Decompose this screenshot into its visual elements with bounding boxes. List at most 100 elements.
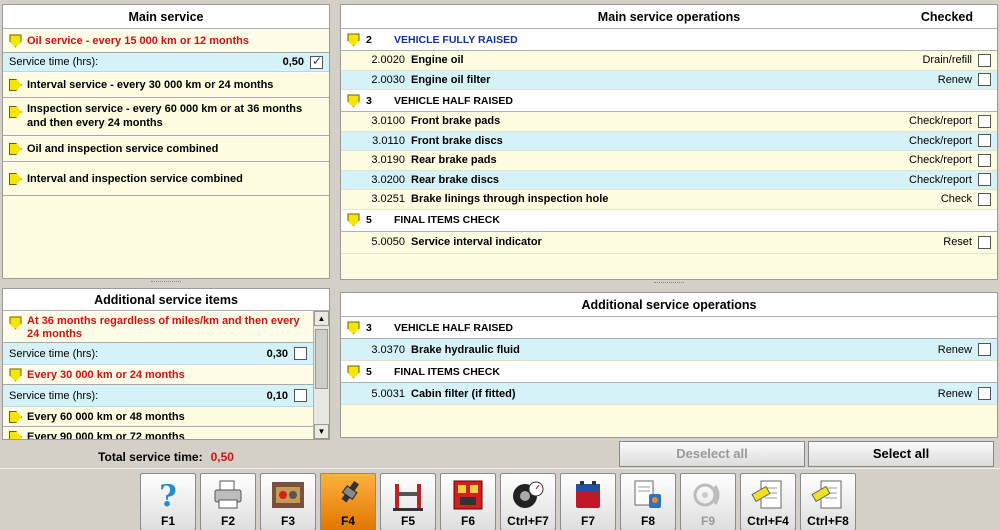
additional-item-36-months[interactable]: At 36 months regardless of miles/km and … <box>3 311 313 343</box>
total-service-time: Total service time: 0,50 <box>98 450 234 464</box>
arrow-right-icon <box>9 106 22 118</box>
operation-row: 3.0200 Rear brake discs Check/report <box>341 170 997 190</box>
operation-row: 2.0030 Engine oil filter Renew <box>341 70 997 90</box>
checked-header: Checked <box>920 10 973 24</box>
additional-service-panel: Additional service items At 36 months re… <box>2 288 330 440</box>
ctrl-f7-button[interactable]: Ctrl+F7 <box>500 473 556 530</box>
f1-button[interactable]: ? F1 <box>140 473 196 530</box>
document-lube-icon <box>634 480 661 508</box>
operation-row: 3.0251 Brake linings through inspection h… <box>341 190 997 210</box>
op-group-header[interactable]: 2 VEHICLE FULLY RAISED <box>341 29 997 51</box>
select-all-button[interactable]: Select all <box>808 441 994 467</box>
engine-icon <box>272 482 304 508</box>
service-time-row: Service time (hrs): 0,50 <box>3 53 329 72</box>
additional-item-90000-km[interactable]: Every 90 000 km or 72 months <box>3 427 313 439</box>
f4-button[interactable]: F4 <box>320 473 376 530</box>
main-operations-panel: Main service operations Checked 2 VEHICL… <box>340 4 998 283</box>
splitter-grip[interactable] <box>151 281 181 284</box>
operation-checkbox[interactable] <box>978 343 991 356</box>
arrow-right-icon <box>9 431 22 439</box>
arrow-down-icon <box>348 321 360 334</box>
operation-checkbox[interactable] <box>978 387 991 400</box>
additional-scrollbar[interactable]: ▲ ▼ <box>313 311 329 439</box>
arrow-down-icon <box>348 365 360 378</box>
checklist-alt-icon <box>811 480 842 509</box>
vehicle-lift-icon <box>393 484 423 511</box>
printer-icon <box>214 480 242 509</box>
arrow-down-icon <box>10 317 22 330</box>
f2-button[interactable]: F2 <box>200 473 256 530</box>
scroll-down-icon[interactable]: ▼ <box>314 424 329 439</box>
main-service-panel: Main service Oil service - every 15 000 … <box>2 4 330 282</box>
arrow-down-icon <box>348 33 360 46</box>
arrow-right-icon <box>9 79 22 91</box>
operation-checkbox[interactable] <box>978 173 991 187</box>
additional-time-row: Service time (hrs): 0,10 <box>3 385 313 407</box>
arrow-right-icon <box>9 143 22 155</box>
main-service-title: Main service <box>3 5 329 29</box>
operation-row: 3.0100 Front brake pads Check/report <box>341 112 997 132</box>
operation-checkbox[interactable] <box>978 73 991 87</box>
f5-button[interactable]: F5 <box>380 473 436 530</box>
arrow-down-icon <box>348 214 360 227</box>
f9-button[interactable]: F9 <box>680 473 736 530</box>
operation-checkbox[interactable] <box>978 134 991 148</box>
arrow-down-icon <box>10 369 22 382</box>
brake-icon <box>693 483 720 507</box>
diagnostic-plug-icon <box>341 480 360 503</box>
f6-button[interactable]: F6 <box>440 473 496 530</box>
additional-time-row: Service time (hrs): 0,30 <box>3 343 313 365</box>
package-interval-inspection-combined[interactable]: Interval and inspection service combined <box>3 162 329 196</box>
arrow-right-icon <box>9 173 22 185</box>
ctrl-f8-button[interactable]: Ctrl+F8 <box>800 473 856 530</box>
checklist-icon <box>751 480 782 509</box>
deselect-all-button[interactable]: Deselect all <box>619 441 805 467</box>
package-inspection-service[interactable]: Inspection service - every 60 000 km or … <box>3 98 329 136</box>
total-service-time-value: 0,50 <box>210 450 234 464</box>
main-operations-title: Main service operations Checked <box>341 5 997 29</box>
help-icon: ? <box>159 479 177 512</box>
additional-item-30000-km[interactable]: Every 30 000 km or 24 months <box>3 365 313 385</box>
operation-row: 5.0050 Service interval indicator Reset <box>341 232 997 254</box>
operation-checkbox[interactable] <box>978 153 991 167</box>
additional-operations-panel: Additional service operations 3 VEHICLE … <box>340 292 998 438</box>
operation-row: 2.0020 Engine oil Drain/refill <box>341 51 997 71</box>
operation-row: 3.0110 Front brake discs Check/report <box>341 131 997 151</box>
operation-checkbox[interactable] <box>978 53 991 67</box>
op-group-header[interactable]: 5 FINAL ITEMS CHECK <box>341 361 997 383</box>
package-oil-service[interactable]: Oil service - every 15 000 km or 12 mont… <box>3 29 329 53</box>
op-group-header[interactable]: 3 VEHICLE HALF RAISED <box>341 90 997 112</box>
operation-row: 5.0031 Cabin filter (if fitted) Renew <box>341 383 997 405</box>
operation-row: 3.0190 Rear brake pads Check/report <box>341 151 997 171</box>
svg-text:?: ? <box>159 479 177 512</box>
service-time-value: 0,50 <box>282 56 304 68</box>
tyre-gauge-icon <box>513 481 544 508</box>
battery-icon <box>576 481 600 508</box>
additional-operations-title: Additional service operations <box>341 293 997 317</box>
f8-button[interactable]: F8 <box>620 473 676 530</box>
operation-row: 3.0370 Brake hydraulic fluid Renew <box>341 339 997 361</box>
fuse-box-icon <box>453 480 483 510</box>
ctrl-f4-button[interactable]: Ctrl+F4 <box>740 473 796 530</box>
scroll-thumb[interactable] <box>315 329 328 389</box>
operation-checkbox[interactable] <box>978 235 991 249</box>
arrow-down-icon <box>10 35 22 48</box>
splitter-grip[interactable] <box>654 282 684 285</box>
package-interval-service[interactable]: Interval service - every 30 000 km or 24… <box>3 72 329 98</box>
f7-button[interactable]: F7 <box>560 473 616 530</box>
op-group-header[interactable]: 5 FINAL ITEMS CHECK <box>341 209 997 232</box>
additional-service-title: Additional service items <box>3 289 329 311</box>
service-time-checkbox[interactable] <box>310 54 323 69</box>
scroll-up-icon[interactable]: ▲ <box>314 311 329 326</box>
arrow-right-icon <box>9 411 22 423</box>
arrow-down-icon <box>348 94 360 107</box>
op-group-header[interactable]: 3 VEHICLE HALF RAISED <box>341 317 997 339</box>
f3-button[interactable]: F3 <box>260 473 316 530</box>
function-key-toolbar: ? F1 F2 F3 F4 F5 F6 Ctrl+F7 F7 F8 F9 Ctr… <box>0 468 1000 530</box>
package-oil-inspection-combined[interactable]: Oil and inspection service combined <box>3 136 329 162</box>
additional-time-checkbox[interactable] <box>294 389 307 402</box>
operation-checkbox[interactable] <box>978 114 991 128</box>
additional-item-60000-km[interactable]: Every 60 000 km or 48 months <box>3 407 313 427</box>
operation-checkbox[interactable] <box>978 192 991 206</box>
additional-time-checkbox[interactable] <box>294 347 307 360</box>
